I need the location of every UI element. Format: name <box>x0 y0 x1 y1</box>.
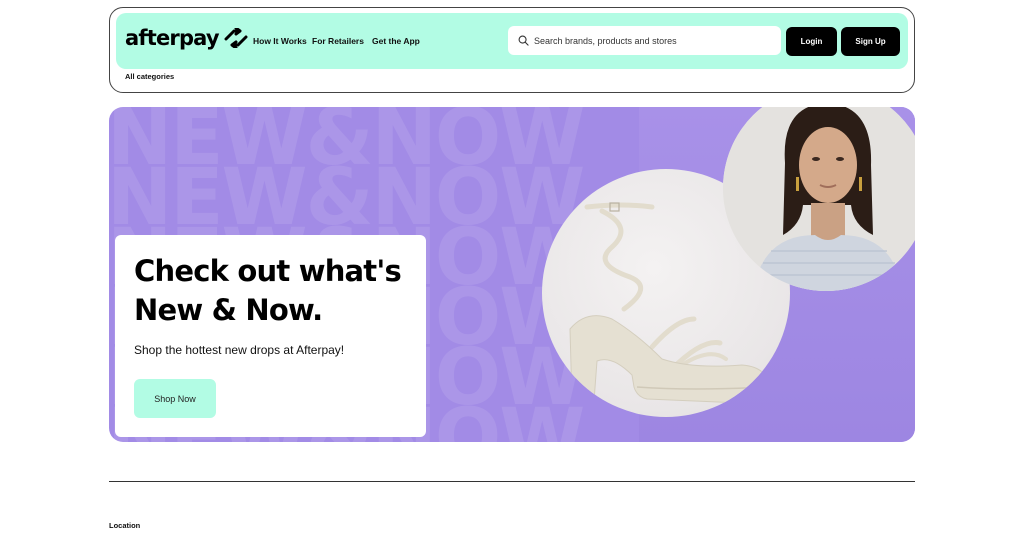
search-icon <box>518 35 529 46</box>
nav-how-it-works[interactable]: How It Works <box>253 13 307 69</box>
header-bar: afterpay How It Works For Retailers Get … <box>116 13 908 69</box>
signup-button[interactable]: Sign Up <box>841 27 900 56</box>
search-bar[interactable] <box>508 26 781 55</box>
login-button[interactable]: Login <box>786 27 837 56</box>
section-divider <box>109 481 915 482</box>
site-header: afterpay How It Works For Retailers Get … <box>109 7 915 93</box>
all-categories-menu[interactable]: All categories <box>125 72 174 81</box>
search-input[interactable] <box>534 35 764 46</box>
afterpay-arrows-icon <box>224 28 248 48</box>
logo-text: afterpay <box>125 26 220 50</box>
hero-banner: NEW&NOW NEW&NOW NEW&NOW NEW&NOW NEW&NOW … <box>109 107 915 442</box>
nav-get-the-app[interactable]: Get the App <box>372 13 420 69</box>
afterpay-logo[interactable]: afterpay <box>125 26 250 50</box>
location-label: Location <box>109 521 141 530</box>
nav-for-retailers[interactable]: For Retailers <box>312 13 364 69</box>
promo-subtitle: Shop the hottest new drops at Afterpay! <box>134 343 345 357</box>
promo-card: Check out what's New & Now. Shop the hot… <box>115 235 426 437</box>
shop-now-button[interactable]: Shop Now <box>134 379 216 418</box>
promo-title: Check out what's New & Now. <box>134 254 402 327</box>
